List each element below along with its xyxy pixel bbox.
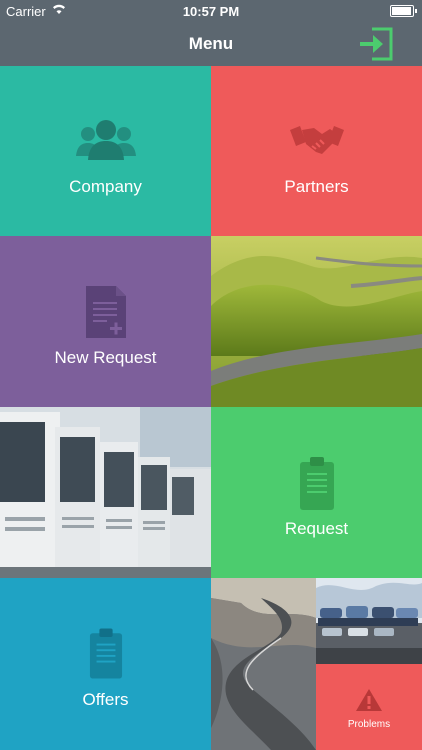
warning-icon — [355, 688, 383, 712]
partners-label: Partners — [284, 177, 349, 196]
trucks-photo — [0, 407, 211, 578]
offers-tile[interactable]: Offers — [0, 578, 211, 750]
mountain-road-photo — [211, 578, 316, 750]
users-icon — [75, 118, 136, 162]
offers-label: Offers — [82, 690, 129, 709]
company-label: Company — [69, 177, 142, 196]
clipboard-icon — [299, 457, 335, 511]
request-tile[interactable]: Request — [211, 407, 422, 578]
status-bar: Carrier 10:57 PM — [0, 0, 422, 22]
clipboard-icon — [89, 628, 123, 680]
problems-tile[interactable]: Problems — [316, 664, 422, 750]
clock: 10:57 PM — [182, 4, 240, 19]
new-request-label: New Request — [54, 348, 157, 367]
problems-label: Problems — [347, 719, 391, 730]
landscape-road-photo — [211, 236, 422, 407]
handshake-icon — [289, 122, 344, 158]
sign-in-icon[interactable] — [358, 26, 394, 62]
navbar: Menu — [0, 22, 422, 66]
battery-icon — [390, 5, 417, 17]
car-transporter-photo — [316, 578, 422, 664]
request-label: Request — [284, 519, 349, 538]
document-add-icon — [84, 284, 128, 340]
new-request-tile[interactable]: New Request — [0, 236, 211, 407]
partners-tile[interactable]: Partners — [211, 66, 422, 236]
company-tile[interactable]: Company — [0, 66, 211, 236]
